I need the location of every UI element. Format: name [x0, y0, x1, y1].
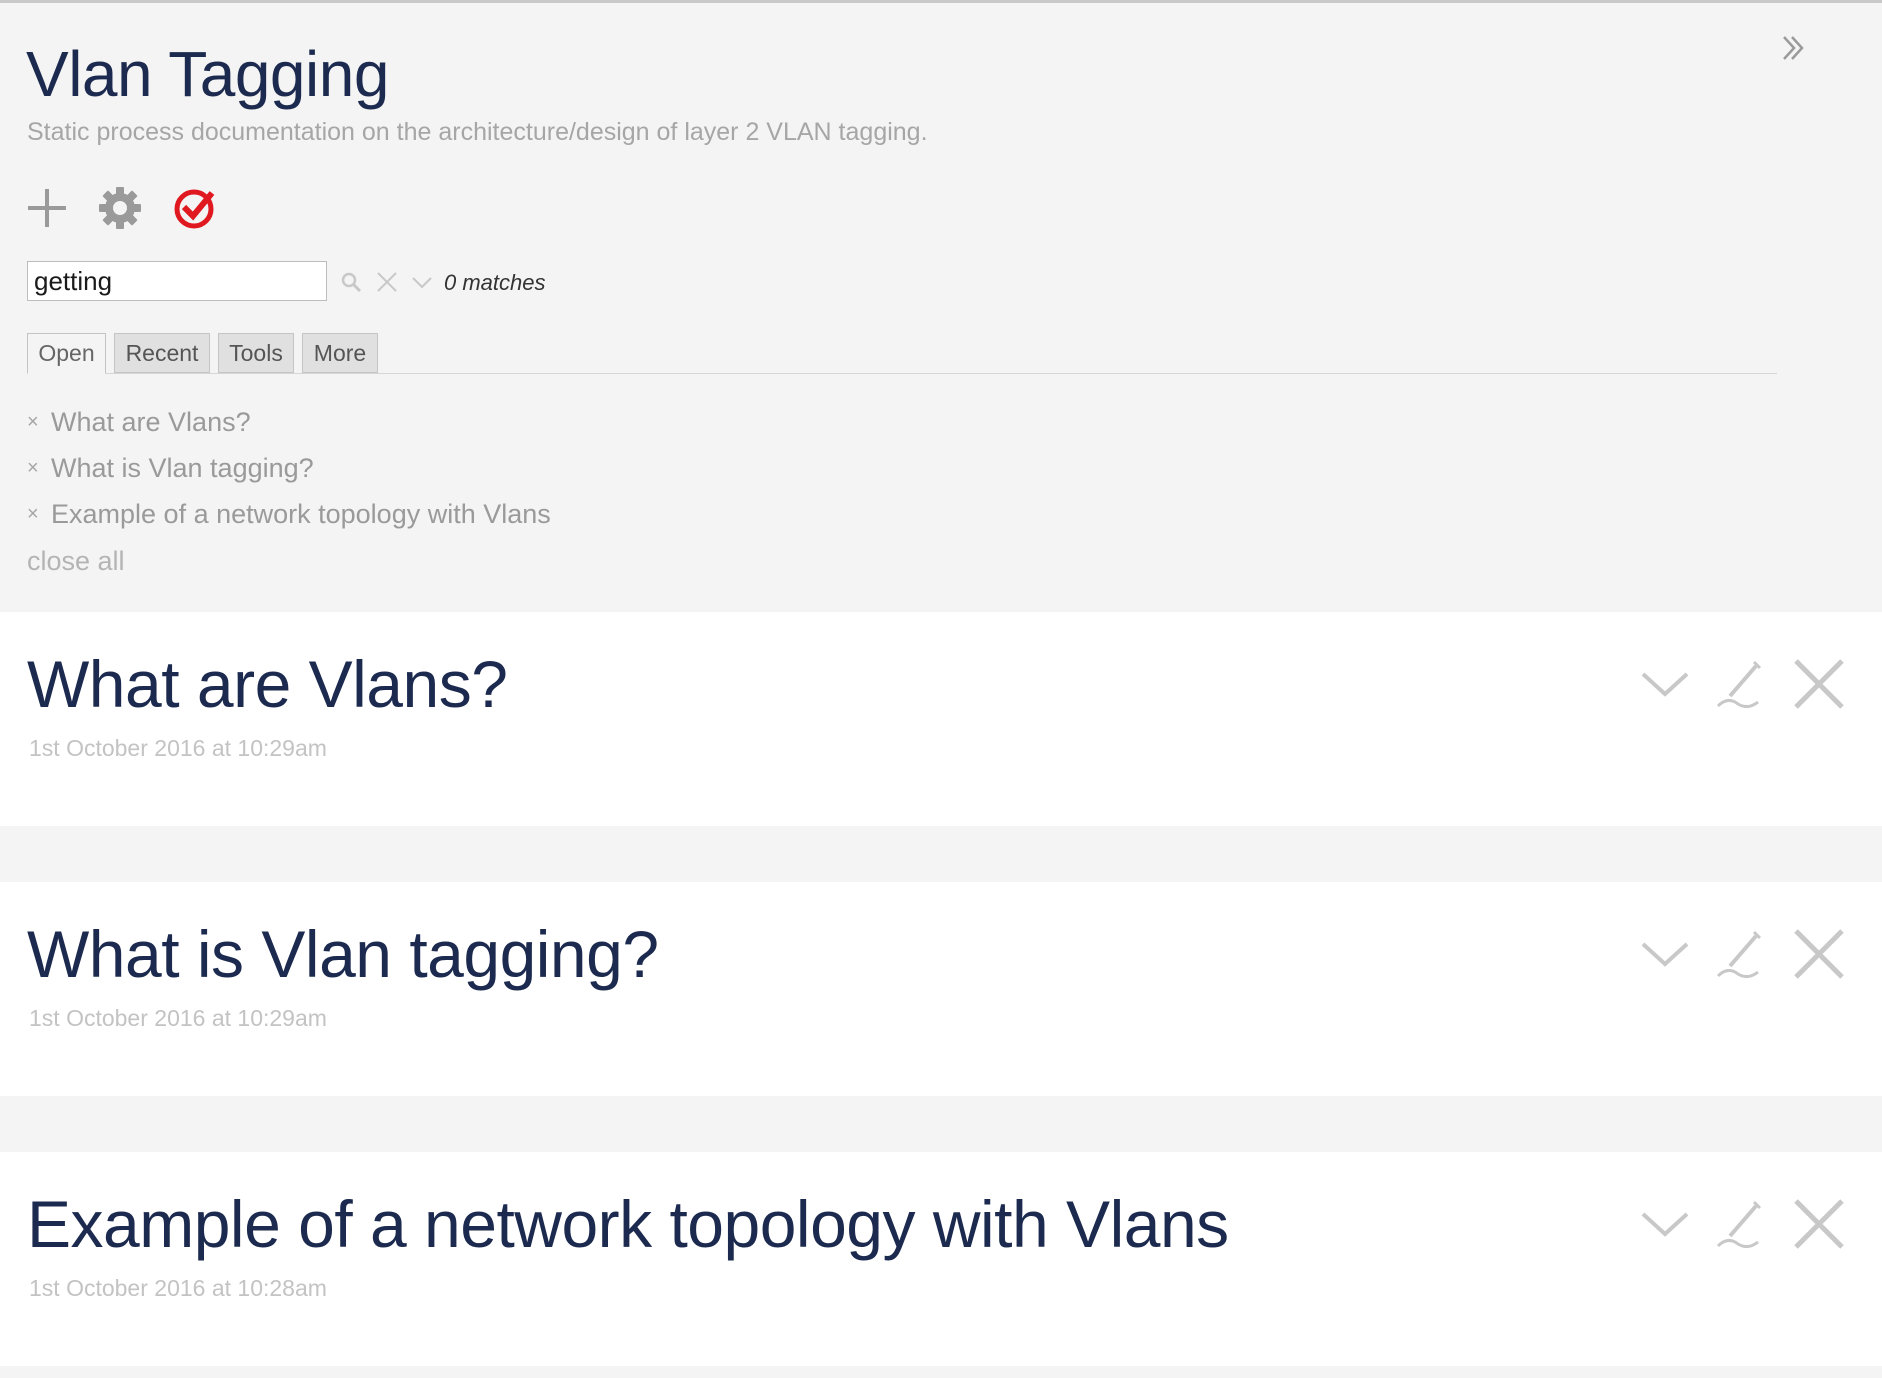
advanced-search-button[interactable]: [338, 269, 364, 295]
tab-recent[interactable]: Recent: [114, 333, 210, 373]
site-subtitle: Static process documentation on the arch…: [27, 118, 928, 146]
close-item-icon[interactable]: ×: [27, 411, 51, 434]
open-list-item: × What are Vlans?: [27, 406, 251, 438]
close-icon: [1794, 1199, 1844, 1249]
pencil-icon: [1716, 930, 1762, 979]
plus-icon: [28, 189, 66, 227]
chevron-down-icon: [1641, 1212, 1689, 1237]
edit-tiddler-button[interactable]: [1714, 656, 1770, 712]
fold-tiddler-button[interactable]: [1637, 656, 1693, 712]
tab-tools[interactable]: Tools: [218, 333, 294, 373]
edit-tiddler-button[interactable]: [1714, 1196, 1770, 1252]
tab-open[interactable]: Open: [27, 333, 106, 374]
save-wiki-button[interactable]: [172, 185, 218, 231]
gear-icon: [99, 187, 141, 229]
control-panel-button[interactable]: [97, 185, 143, 231]
pencil-icon: [1716, 660, 1762, 709]
tiddler: Example of a network topology with Vlans…: [0, 1152, 1882, 1366]
open-list-item: × Example of a network topology with Vlan…: [27, 498, 551, 530]
tiddler-date: 1st October 2016 at 10:29am: [29, 735, 327, 761]
close-all-link[interactable]: close all: [27, 545, 125, 577]
site-title: Vlan Tagging: [26, 38, 389, 110]
search-results-dropdown-button[interactable]: [409, 269, 435, 295]
chevron-down-icon: [1641, 942, 1689, 967]
sidebar: Vlan Tagging Static process documentatio…: [0, 3, 1882, 610]
search-icon: [341, 272, 362, 293]
fold-tiddler-button[interactable]: [1637, 1196, 1693, 1252]
close-item-icon[interactable]: ×: [27, 503, 51, 526]
close-tiddler-button[interactable]: [1791, 926, 1847, 982]
search-match-count: 0 matches: [444, 270, 546, 295]
chevron-down-icon: [412, 277, 432, 289]
chevron-down-icon: [1641, 672, 1689, 697]
close-icon: [1794, 659, 1844, 709]
new-tiddler-button[interactable]: [24, 185, 70, 231]
open-item-link[interactable]: What is Vlan tagging?: [51, 453, 314, 483]
tabs-divider: [27, 373, 1777, 374]
open-list-item: × What is Vlan tagging?: [27, 452, 314, 484]
tiddler-date: 1st October 2016 at 10:28am: [29, 1275, 327, 1301]
close-icon: [377, 272, 397, 292]
close-item-icon[interactable]: ×: [27, 457, 51, 480]
search-input[interactable]: [27, 261, 327, 301]
close-tiddler-button[interactable]: [1791, 1196, 1847, 1252]
tiddler-date: 1st October 2016 at 10:29am: [29, 1005, 327, 1031]
fold-tiddler-button[interactable]: [1637, 926, 1693, 982]
open-item-link[interactable]: What are Vlans?: [51, 407, 251, 437]
clear-search-button[interactable]: [374, 269, 400, 295]
tab-more[interactable]: More: [302, 333, 378, 373]
tiddler-title: What is Vlan tagging?: [27, 917, 659, 991]
tiddler-title: Example of a network topology with Vlans: [27, 1187, 1229, 1261]
collapse-sidebar-button[interactable]: [1778, 31, 1808, 65]
tiddler: What is Vlan tagging? 1st October 2016 a…: [0, 882, 1882, 1096]
tiddler-title: What are Vlans?: [27, 647, 508, 721]
close-tiddler-button[interactable]: [1791, 656, 1847, 712]
edit-tiddler-button[interactable]: [1714, 926, 1770, 982]
close-icon: [1794, 929, 1844, 979]
pencil-icon: [1716, 1200, 1762, 1249]
open-item-link[interactable]: Example of a network topology with Vlans: [51, 499, 551, 529]
tiddler: What are Vlans? 1st October 2016 at 10:2…: [0, 612, 1882, 826]
check-circle-icon: [174, 189, 215, 229]
double-chevron-right-icon: [1783, 36, 1804, 60]
